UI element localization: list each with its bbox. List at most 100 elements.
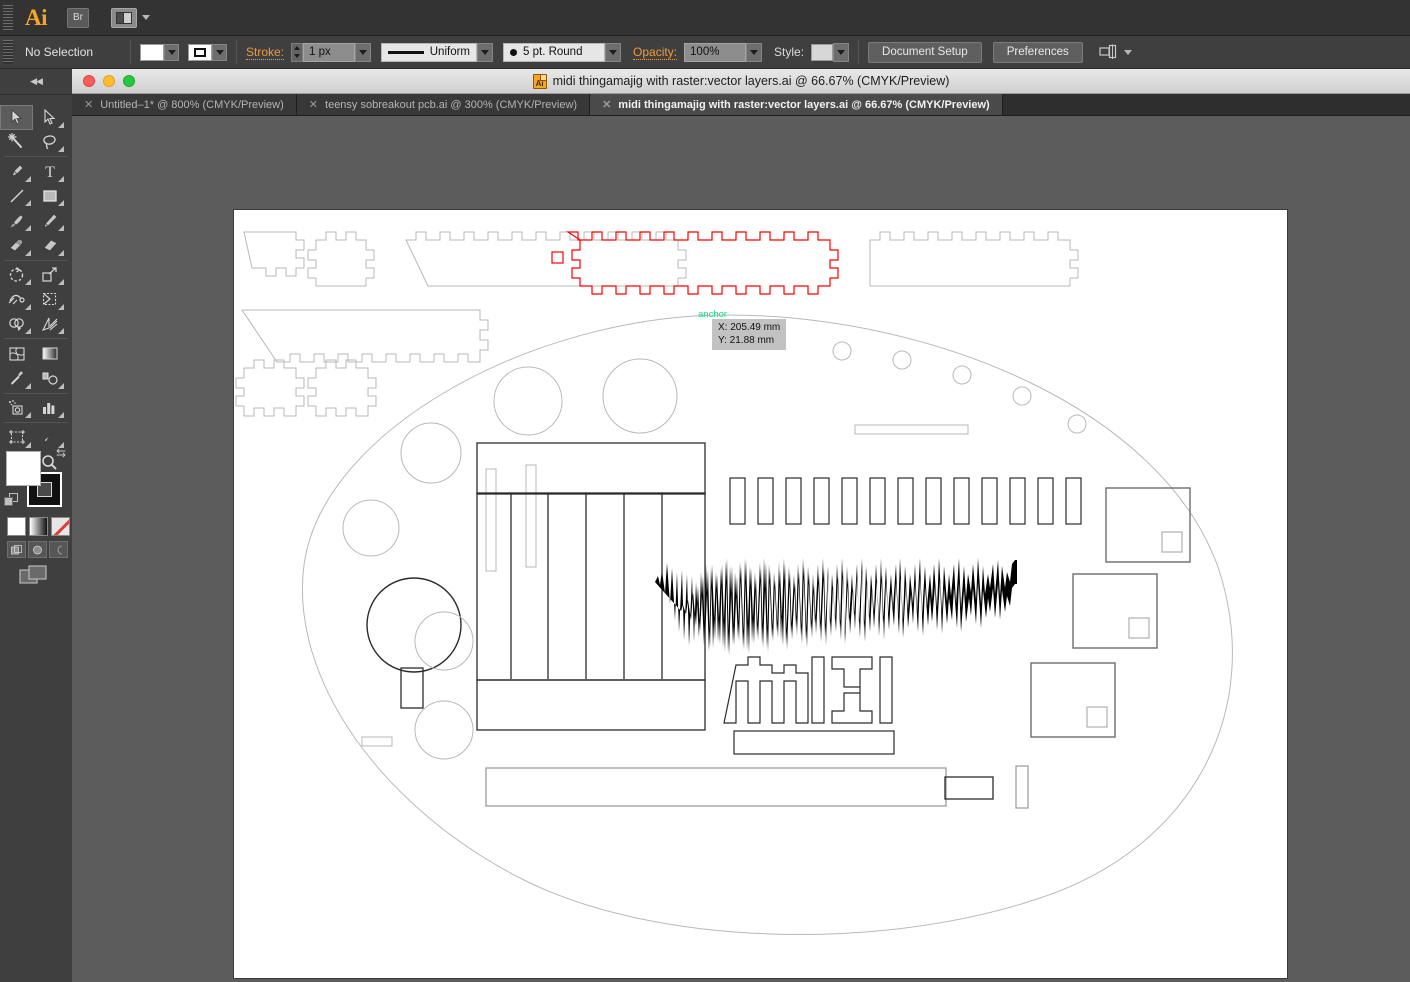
preferences-button[interactable]: Preferences: [992, 41, 1083, 63]
chevron-down-icon[interactable]: [142, 15, 150, 20]
smart-guide-coordinates: X: 205.49 mm Y: 21.88 mm: [712, 319, 787, 350]
svg-text:T: T: [45, 164, 55, 179]
document-window: Ai midi thingamajig with raster:vector l…: [72, 69, 1410, 982]
window-title: Ai midi thingamajig with raster:vector l…: [72, 73, 1410, 89]
blend-tool[interactable]: [33, 366, 66, 391]
blob-brush-tool[interactable]: [0, 233, 33, 258]
fill-color-control[interactable]: [140, 43, 179, 61]
control-bar: No Selection Stroke: 1 px Uniform 5 pt. …: [0, 36, 1410, 69]
tab-midi-thingamajig[interactable]: ✕ midi thingamajig with raster:vector la…: [590, 94, 1003, 115]
coordinate-y: Y: 21.88 mm: [718, 335, 775, 346]
coordinate-x: X: 205.49 mm: [718, 322, 781, 333]
shape-builder-tool[interactable]: [0, 312, 33, 337]
stroke-weight-input[interactable]: 1 px: [303, 42, 356, 62]
illustrator-window: Ai Br No Selection Stroke: 1 px Uniform: [0, 0, 1410, 982]
pencil-tool[interactable]: [33, 208, 66, 233]
pen-tool[interactable]: [0, 159, 33, 184]
round-brush-icon: [510, 48, 518, 56]
selection-status-label: No Selection: [25, 45, 94, 59]
brush-select[interactable]: 5 pt. Round: [503, 42, 606, 62]
type-tool[interactable]: T: [33, 159, 66, 184]
collapse-panel-icon[interactable]: ◀◀: [30, 76, 43, 87]
align-dropdown-icon[interactable]: [1123, 49, 1132, 55]
eraser-tool[interactable]: [33, 233, 66, 258]
magic-wand-tool[interactable]: [0, 130, 33, 155]
fill-color-box[interactable]: [6, 451, 41, 486]
fill-swatch[interactable]: [140, 43, 164, 61]
opacity-label[interactable]: Opacity:: [633, 45, 678, 60]
drawing-mode-row: [7, 541, 68, 558]
stroke-swatch[interactable]: [188, 43, 212, 61]
solid-color-icon[interactable]: [7, 517, 26, 536]
symbol-sprayer-tool[interactable]: [0, 396, 33, 421]
stroke-weight-stepper[interactable]: [291, 42, 304, 62]
scale-tool[interactable]: [33, 263, 66, 288]
line-segment-tool[interactable]: [0, 184, 33, 209]
stroke-profile-dropdown-icon[interactable]: [477, 42, 494, 62]
stroke-dropdown-icon[interactable]: [212, 43, 227, 61]
align-objects-icon[interactable]: [1099, 44, 1119, 60]
rotate-tool[interactable]: [0, 263, 33, 288]
draw-normal-icon[interactable]: [7, 541, 26, 558]
opacity-input[interactable]: 100%: [684, 42, 747, 62]
style-label: Style:: [774, 45, 805, 59]
width-tool[interactable]: [0, 287, 33, 312]
window-titlebar[interactable]: Ai midi thingamajig with raster:vector l…: [72, 69, 1410, 94]
gradient-icon[interactable]: [29, 517, 48, 536]
appbar-grip[interactable]: [3, 4, 13, 31]
graphic-style-swatch[interactable]: [811, 43, 834, 61]
stroke-profile-value: Uniform: [429, 46, 471, 58]
illustrator-logo-icon: Ai: [25, 4, 48, 30]
fill-stroke-color-control[interactable]: ⇆: [4, 447, 66, 511]
swap-fill-stroke-icon[interactable]: ⇆: [56, 447, 70, 461]
canvas-area[interactable]: anchor X: 205.49 mm Y: 21.88 mm: [72, 116, 1410, 982]
lasso-tool[interactable]: [33, 130, 66, 155]
stroke-profile-select[interactable]: Uniform: [381, 42, 478, 62]
selection-tool[interactable]: [0, 105, 33, 130]
controlbar-grip[interactable]: [3, 40, 13, 64]
toolbox-header[interactable]: ◀◀: [0, 69, 72, 95]
column-graph-tool[interactable]: [33, 396, 66, 421]
none-icon[interactable]: [51, 517, 70, 536]
close-tab-icon[interactable]: ✕: [309, 98, 318, 111]
draw-inside-icon[interactable]: [49, 541, 68, 558]
tab-label: teensy sobreakout pcb.ai @ 300% (CMYK/Pr…: [325, 98, 578, 111]
brush-dropdown-icon[interactable]: [605, 42, 622, 62]
opacity-dropdown-icon[interactable]: [746, 42, 763, 62]
perspective-grid-tool[interactable]: [33, 312, 66, 337]
rectangle-tool[interactable]: [33, 184, 66, 209]
window-title-text: midi thingamajig with raster:vector laye…: [552, 74, 950, 88]
eyedropper-tool[interactable]: [0, 366, 33, 391]
document-setup-button[interactable]: Document Setup: [868, 41, 982, 63]
fill-mode-row: [7, 517, 70, 536]
close-tab-icon[interactable]: ✕: [602, 98, 611, 111]
divider: [236, 40, 237, 64]
audio-waveform: [655, 558, 1017, 656]
tab-untitled-1[interactable]: ✕ Untitled–1* @ 800% (CMYK/Preview): [72, 94, 297, 115]
fill-dropdown-icon[interactable]: [164, 43, 179, 61]
direct-selection-tool[interactable]: [33, 105, 66, 130]
stroke-color-control[interactable]: [188, 43, 227, 61]
stroke-weight-dropdown-icon[interactable]: [355, 42, 372, 62]
free-transform-tool[interactable]: [33, 287, 66, 312]
paintbrush-tool[interactable]: [0, 208, 33, 233]
default-fill-stroke-icon[interactable]: [4, 493, 20, 509]
draw-behind-icon[interactable]: [28, 541, 47, 558]
uniform-profile-icon: [388, 50, 424, 54]
style-dropdown-icon[interactable]: [833, 42, 850, 62]
divider: [858, 40, 860, 64]
close-tab-icon[interactable]: ✕: [84, 98, 93, 111]
mesh-tool[interactable]: [0, 341, 33, 366]
toolbox-panel: ◀◀ T ⇆: [0, 69, 72, 982]
change-screen-mode-icon[interactable]: [19, 564, 49, 586]
stroke-weight-label[interactable]: Stroke:: [246, 45, 285, 60]
divider: [130, 40, 131, 64]
gradient-tool[interactable]: [33, 341, 66, 366]
artboard-tool[interactable]: [0, 425, 33, 450]
ai-document-icon: Ai: [532, 73, 547, 89]
document-tabbar: ✕ Untitled–1* @ 800% (CMYK/Preview) ✕ te…: [72, 94, 1410, 116]
bridge-button[interactable]: Br: [67, 7, 89, 28]
arrange-documents-button[interactable]: [111, 7, 137, 28]
tab-label: Untitled–1* @ 800% (CMYK/Preview): [100, 98, 284, 111]
tab-teensy-sobreakout-pcb[interactable]: ✕ teensy sobreakout pcb.ai @ 300% (CMYK/…: [296, 94, 591, 115]
